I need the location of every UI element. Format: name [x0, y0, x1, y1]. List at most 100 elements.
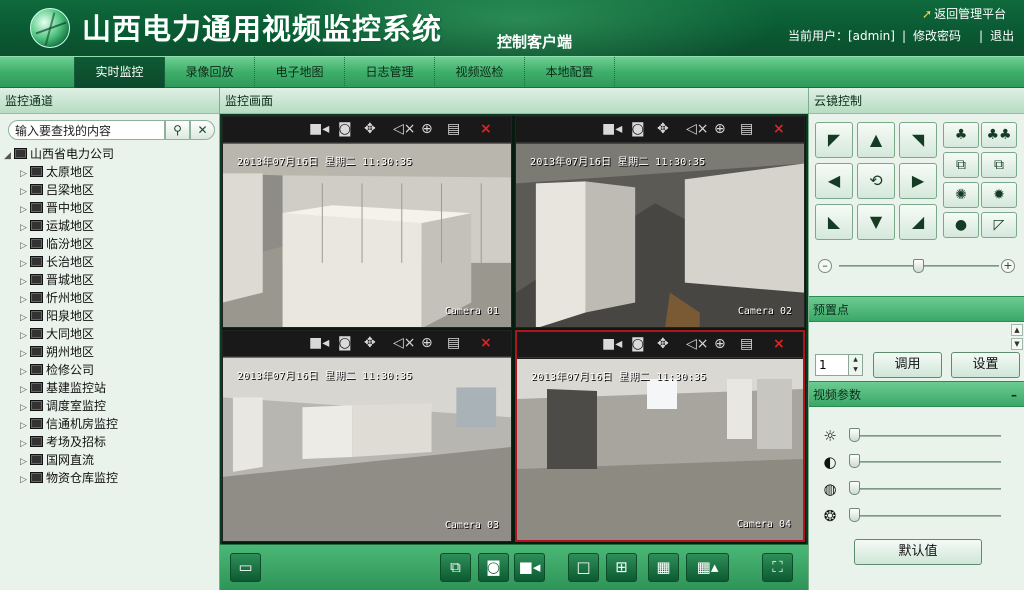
snapshot-icon[interactable]: ◙ — [478, 553, 509, 582]
video-cell-2[interactable]: ■◂ ◙ ✥ ◁× ⊕ ▤ × 2013年07月16日 星期二 11:30:35… — [515, 116, 805, 328]
ptz-auto-icon[interactable]: ⟲ — [857, 163, 895, 199]
tree-item[interactable]: ▷ 太原地区 — [4, 163, 218, 181]
tab-playback[interactable]: 录像回放 — [165, 57, 255, 88]
layout-9-icon[interactable]: ▦ — [648, 553, 679, 582]
tree-item[interactable]: ▷ 晋城地区 — [4, 271, 218, 289]
focus-far-icon[interactable]: ⧉ — [981, 152, 1017, 178]
contrast-slider[interactable] — [849, 461, 1001, 463]
close-all-icon[interactable]: ⧉ — [440, 553, 471, 582]
tree-item[interactable]: ▷ 大同地区 — [4, 325, 218, 343]
preset-list[interactable]: ▲ ▼ — [809, 324, 1024, 352]
tree-item[interactable]: ▷ 吕梁地区 — [4, 181, 218, 199]
call-preset-button[interactable]: 调用 — [873, 352, 942, 378]
speed-minus-icon[interactable]: – — [818, 259, 832, 273]
light-icon[interactable]: ● — [943, 212, 979, 238]
wiper-icon[interactable]: ◸ — [981, 212, 1017, 238]
layout-16-icon[interactable]: ▦▴ — [686, 553, 729, 582]
tree-item[interactable]: ▷ 信通机房监控 — [4, 415, 218, 433]
stream-icon[interactable]: ▤ — [447, 335, 460, 351]
speed-plus-icon[interactable]: + — [1001, 259, 1015, 273]
zoom-in-icon[interactable]: ⊕ — [421, 335, 433, 351]
snapshot-icon[interactable]: ◙ — [338, 335, 352, 351]
iris-open-icon[interactable]: ✺ — [943, 182, 979, 208]
video-cell-4[interactable]: ■◂ ◙ ✥ ◁× ⊕ ▤ × 2013年07月16日 星期二 11:30:35… — [515, 330, 805, 542]
layout-4-icon[interactable]: ⊞ — [606, 553, 637, 582]
tab-video-patrol[interactable]: 视频巡检 — [435, 57, 525, 88]
video-cell-3[interactable]: ■◂ ◙ ✥ ◁× ⊕ ▤ × 2013年07月16日 星期二 11:30:35… — [222, 330, 512, 542]
collapse-icon[interactable]: – — [1011, 382, 1017, 408]
mute-icon[interactable]: ◁× — [393, 335, 416, 351]
zoom-tele-icon[interactable]: ♣ — [943, 122, 979, 148]
hue-thumb[interactable] — [849, 508, 860, 522]
saturation-slider[interactable] — [849, 488, 1001, 490]
ptz-icon[interactable]: ✥ — [364, 335, 376, 351]
ptz-up-icon[interactable]: ▲ — [857, 122, 895, 158]
scroll-up-icon[interactable]: ▲ — [1011, 324, 1023, 336]
screen-icon[interactable]: ▭ — [230, 553, 261, 582]
scroll-down-icon[interactable]: ▼ — [1011, 338, 1023, 350]
tree-item[interactable]: ▷ 忻州地区 — [4, 289, 218, 307]
tree-item[interactable]: ▷ 运城地区 — [4, 217, 218, 235]
stream-icon[interactable]: ▤ — [740, 121, 753, 137]
close-icon[interactable]: × — [773, 121, 785, 137]
contrast-thumb[interactable] — [849, 454, 860, 468]
clear-icon[interactable]: ✕ — [190, 120, 215, 140]
zoom-wide-icon[interactable]: ♣♣ — [981, 122, 1017, 148]
stream-icon[interactable]: ▤ — [447, 121, 460, 137]
record-icon[interactable]: ■◂ — [602, 336, 622, 352]
tree-item[interactable]: ▷ 调度室监控 — [4, 397, 218, 415]
tree-item[interactable]: ▷ 物资仓库监控 — [4, 469, 218, 487]
zoom-in-icon[interactable]: ⊕ — [714, 336, 726, 352]
default-values-button[interactable]: 默认值 — [854, 539, 982, 565]
zoom-in-icon[interactable]: ⊕ — [421, 121, 433, 137]
video-cell-1[interactable]: ■◂ ◙ ✥ ◁× ⊕ ▤ × 2013年07月16日 星期二 11:30:35 — [222, 116, 512, 328]
ptz-up-left-icon[interactable]: ◤ — [815, 122, 853, 158]
ptz-down-right-icon[interactable]: ◢ — [899, 204, 937, 240]
change-password-link[interactable]: 修改密码 — [913, 29, 961, 43]
focus-near-icon[interactable]: ⧉ — [943, 152, 979, 178]
tree-item[interactable]: ▷ 长治地区 — [4, 253, 218, 271]
ptz-down-icon[interactable]: ▼ — [857, 204, 895, 240]
search-input[interactable] — [8, 120, 165, 140]
stream-icon[interactable]: ▤ — [740, 336, 753, 352]
tab-local-config[interactable]: 本地配置 — [525, 57, 615, 88]
preset-number-input[interactable] — [816, 355, 846, 375]
mute-icon[interactable]: ◁× — [686, 121, 709, 137]
iris-close-icon[interactable]: ✹ — [981, 182, 1017, 208]
tree-item[interactable]: ▷ 阳泉地区 — [4, 307, 218, 325]
close-icon[interactable]: × — [480, 335, 492, 351]
tree-item[interactable]: ▷ 临汾地区 — [4, 235, 218, 253]
ptz-speed-thumb[interactable] — [913, 259, 924, 273]
ptz-down-left-icon[interactable]: ◣ — [815, 204, 853, 240]
zoom-in-icon[interactable]: ⊕ — [714, 121, 726, 137]
tree-item[interactable]: ▷ 检修公司 — [4, 361, 218, 379]
tree-item[interactable]: ▷ 国网直流 — [4, 451, 218, 469]
mute-icon[interactable]: ◁× — [686, 336, 709, 352]
tab-realtime-monitor[interactable]: 实时监控 — [74, 57, 165, 88]
brightness-slider[interactable] — [849, 435, 1001, 437]
ptz-left-icon[interactable]: ◀ — [815, 163, 853, 199]
brightness-thumb[interactable] — [849, 428, 860, 442]
saturation-thumb[interactable] — [849, 481, 860, 495]
close-icon[interactable]: × — [480, 121, 492, 137]
snapshot-icon[interactable]: ◙ — [338, 121, 352, 137]
spin-down-icon[interactable]: ▼ — [848, 365, 862, 375]
tab-log-management[interactable]: 日志管理 — [345, 57, 435, 88]
snapshot-icon[interactable]: ◙ — [631, 336, 645, 352]
return-admin-link[interactable]: ➚ 返回管理平台 — [922, 5, 1006, 22]
tree-root[interactable]: ◢ 山西省电力公司 — [4, 145, 218, 163]
ptz-icon[interactable]: ✥ — [657, 336, 669, 352]
fullscreen-icon[interactable]: ⛶ — [762, 553, 793, 582]
mute-icon[interactable]: ◁× — [393, 121, 416, 137]
ptz-icon[interactable]: ✥ — [657, 121, 669, 137]
tree-item[interactable]: ▷ 晋中地区 — [4, 199, 218, 217]
preset-number-spinner[interactable]: ▲ ▼ — [815, 354, 863, 376]
spin-up-icon[interactable]: ▲ — [848, 355, 862, 365]
close-icon[interactable]: × — [773, 336, 785, 352]
tree-item[interactable]: ▷ 基建监控站 — [4, 379, 218, 397]
layout-1-icon[interactable]: □ — [568, 553, 599, 582]
ptz-up-right-icon[interactable]: ◥ — [899, 122, 937, 158]
search-icon[interactable]: ⚲ — [165, 120, 190, 140]
record-icon[interactable]: ■◂ — [309, 121, 329, 137]
tab-emap[interactable]: 电子地图 — [255, 57, 345, 88]
